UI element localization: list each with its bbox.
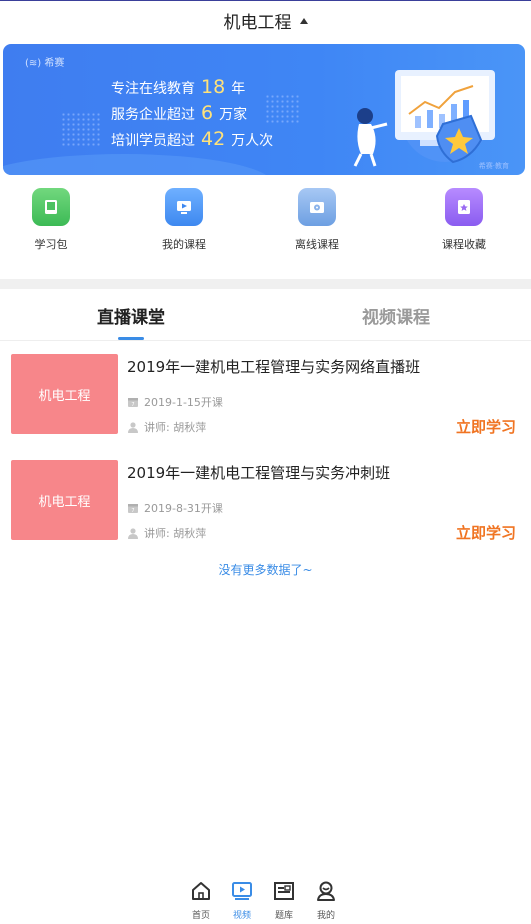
quick-link-label: 学习包 — [34, 238, 68, 251]
tab-video-courses[interactable]: 视频课程 — [362, 303, 430, 328]
person-icon — [128, 422, 138, 433]
quick-link-my-courses[interactable]: 我的课程 — [139, 188, 229, 252]
active-tab-indicator — [118, 337, 144, 340]
banner-text: 万家 — [219, 107, 248, 123]
course-card[interactable]: 机电工程 2019年一建机电工程管理与实务网络直播班 7 2019-1-15开课… — [0, 354, 531, 444]
svg-text:7: 7 — [131, 508, 134, 514]
video-course-icon — [165, 188, 203, 226]
nav-label: 视频 — [232, 911, 251, 921]
banner-number: 6 — [201, 102, 214, 124]
start-learning-button[interactable]: 立即学习 — [456, 522, 516, 543]
course-teacher-text: 讲师: 胡秋萍 — [144, 527, 207, 540]
quick-links: 学习包 我的课程 离线课程 课程收藏 — [0, 182, 531, 266]
question-bank-icon — [274, 882, 294, 900]
course-date: 7 2019-8-31开课 — [127, 500, 223, 516]
course-date-text: 2019-1-15开课 — [144, 396, 223, 409]
nav-home[interactable]: 首页 — [181, 880, 221, 921]
brand-name: 希赛 — [44, 58, 65, 69]
course-title[interactable]: 2019年一建机电工程管理与实务网络直播班 — [127, 356, 420, 377]
banner-footnote: 希赛·教育 — [478, 162, 509, 170]
tab-live-classroom[interactable]: 直播课堂 — [97, 303, 165, 328]
calendar-icon: 7 — [128, 398, 138, 408]
banner-number: 18 — [201, 76, 226, 98]
home-icon — [192, 882, 210, 900]
banner-brand-logo: (≋) 希赛 — [25, 54, 64, 69]
banner-dots-decoration — [265, 94, 299, 124]
section-divider — [0, 279, 531, 289]
banner-number: 42 — [201, 128, 226, 150]
calendar-icon: 7 — [128, 504, 138, 514]
nav-profile[interactable]: 我的 — [306, 880, 346, 921]
course-tabs: 直播课堂 视频课程 — [0, 289, 531, 341]
svg-text:7: 7 — [131, 402, 134, 408]
book-icon — [32, 188, 70, 226]
banner-text: 服务企业超过 — [111, 107, 195, 123]
course-title[interactable]: 2019年一建机电工程管理与实务冲刺班 — [127, 462, 390, 483]
banner-illustration — [353, 70, 495, 167]
nav-label: 首页 — [191, 911, 210, 921]
quick-link-offline-courses[interactable]: 离线课程 — [272, 188, 362, 252]
bottom-navigation: 首页 视频 题库 我的 — [0, 872, 531, 924]
quick-link-label: 课程收藏 — [442, 238, 486, 251]
quick-link-favorites[interactable]: 课程收藏 — [419, 188, 509, 252]
video-icon — [232, 882, 252, 900]
banner-line-years: 专注在线教育 18 年 — [111, 76, 245, 98]
person-icon — [128, 528, 138, 539]
brand-logo-icon: (≋) — [25, 58, 42, 69]
banner-line-companies: 服务企业超过 6 万家 — [111, 102, 247, 124]
quick-link-label: 我的课程 — [162, 238, 206, 251]
banner-line-students: 培训学员超过 42 万人次 — [111, 128, 273, 150]
banner-text: 万人次 — [231, 133, 274, 149]
course-teacher: 讲师: 胡秋萍 — [127, 525, 206, 541]
quick-link-study-pack[interactable]: 学习包 — [6, 188, 96, 252]
banner-text: 培训学员超过 — [111, 133, 195, 149]
nav-video[interactable]: 视频 — [222, 880, 262, 921]
nav-question-bank[interactable]: 题库 — [264, 880, 304, 921]
profile-icon — [317, 881, 335, 901]
category-selector-title[interactable]: 机电工程 — [224, 8, 292, 33]
no-more-data-text: 没有更多数据了~ — [218, 563, 313, 577]
nav-label: 我的 — [316, 911, 335, 921]
quick-link-label: 离线课程 — [295, 238, 339, 251]
promo-banner[interactable]: (≋) 希赛 专注在线教育 18 年 服务企业超过 6 万家 培训学员超过 42 万人次 希… — [3, 44, 525, 175]
course-date-text: 2019-8-31开课 — [144, 502, 223, 515]
course-teacher: 讲师: 胡秋萍 — [127, 419, 206, 435]
offline-icon — [298, 188, 336, 226]
course-card[interactable]: 机电工程 2019年一建机电工程管理与实务冲刺班 7 2019-8-31开课 讲… — [0, 460, 531, 550]
course-thumbnail[interactable]: 机电工程 — [11, 354, 118, 434]
nav-label: 题库 — [274, 911, 293, 921]
banner-text: 年 — [231, 81, 246, 97]
banner-dots-decoration — [61, 112, 101, 148]
bookmark-icon — [445, 188, 483, 226]
top-bar: 机电工程 — [0, 0, 531, 40]
banner-wave-decoration — [3, 154, 273, 175]
caret-up-icon[interactable] — [299, 17, 308, 24]
start-learning-button[interactable]: 立即学习 — [456, 416, 516, 437]
course-date: 7 2019-1-15开课 — [127, 394, 223, 410]
course-thumbnail[interactable]: 机电工程 — [11, 460, 118, 540]
banner-text: 专注在线教育 — [111, 81, 195, 97]
course-teacher-text: 讲师: 胡秋萍 — [144, 421, 207, 434]
